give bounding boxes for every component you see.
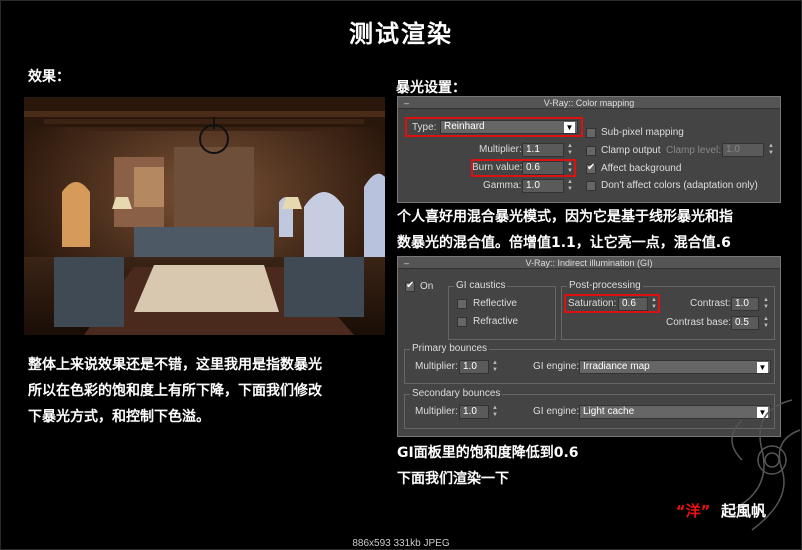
dont-affect-colors-checkbox[interactable]	[586, 181, 596, 191]
affect-background-checkbox[interactable]	[586, 162, 596, 174]
signature-quote-open: “	[675, 502, 686, 520]
collapse-icon[interactable]: –	[404, 257, 409, 269]
primary-engine-label: GI engine:	[533, 361, 580, 372]
secondary-engine-value: Light cache	[583, 406, 635, 417]
primary-bounces-title: Primary bounces	[410, 343, 490, 354]
gi-description: GI面板里的饱和度降低到0.6 下面我们渲染一下	[397, 440, 757, 492]
gi-caustics-title: GI caustics	[454, 280, 508, 291]
clamp-level-input[interactable]: 1.0	[722, 143, 764, 157]
clamp-output-label: Clamp output	[601, 145, 661, 156]
secondary-bounces-title: Secondary bounces	[410, 388, 503, 399]
exposure-label: 暴光设置：	[396, 80, 466, 96]
reflective-label: Reflective	[473, 298, 517, 309]
color-mapping-title: V-Ray:: Color mapping	[543, 98, 635, 108]
reflective-checkbox[interactable]	[457, 299, 467, 309]
color-mapping-header[interactable]: – V-Ray:: Color mapping	[398, 97, 780, 109]
signature-quote-close: ”	[700, 502, 711, 520]
dont-affect-colors-label: Don't affect colors (adaptation only)	[601, 180, 758, 191]
clamp-output-checkbox[interactable]	[586, 146, 596, 156]
contrast-base-spinner[interactable]: ▲ ▼	[762, 316, 770, 330]
multiplier-label: Multiplier:	[479, 144, 522, 155]
secondary-multiplier-spinner[interactable]: ▲ ▼	[491, 405, 499, 419]
clamp-level-spinner[interactable]: ▲ ▼	[767, 143, 775, 157]
signature-rest: 起風帆	[720, 502, 766, 520]
highlight-saturation	[564, 294, 660, 313]
primary-bounces-group: Primary bounces Multiplier: 1.0 ▲ ▼ GI en…	[404, 343, 775, 384]
left-desc-line-1: 整体上来说效果还是不错，这里我用是指数暴光	[28, 357, 322, 373]
left-desc-line-3: 下暴光方式，和控制下色溢。	[28, 409, 210, 425]
gi-desc-line-1: GI面板里的饱和度降低到0.6	[397, 445, 579, 461]
collapse-icon[interactable]: –	[404, 97, 409, 109]
primary-engine-value: Irradiance map	[583, 361, 650, 372]
exposure-description: 个人喜好用混合暴光模式，因为它是基于线形暴光和指 数暴光的混合值。倍增值1.1，…	[397, 204, 797, 256]
contrast-base-input[interactable]: 0.5	[731, 316, 759, 330]
primary-multiplier-label: Multiplier:	[415, 361, 458, 372]
contrast-label: Contrast:	[690, 298, 731, 309]
primary-engine-dropdown[interactable]: Irradiance map ▼	[579, 360, 771, 374]
secondary-multiplier-label: Multiplier:	[415, 406, 458, 417]
secondary-multiplier-input[interactable]: 1.0	[459, 405, 489, 419]
primary-multiplier-spinner[interactable]: ▲ ▼	[491, 360, 499, 374]
chevron-down-icon[interactable]: ▼	[757, 362, 768, 373]
gamma-spinner[interactable]: ▲ ▼	[566, 179, 574, 193]
gi-caustics-group: GI caustics Reflective Refractive	[448, 280, 556, 340]
gamma-input[interactable]: 1.0	[522, 179, 564, 193]
highlight-type	[405, 117, 583, 137]
exposure-desc-line-2: 数暴光的混合值。倍增值1.1，让它亮一点，混合值.6	[397, 235, 731, 251]
primary-multiplier-input[interactable]: 1.0	[459, 360, 489, 374]
clamp-level-label: Clamp level:	[666, 145, 722, 156]
secondary-engine-label: GI engine:	[533, 406, 580, 417]
subpixel-checkbox[interactable]	[586, 128, 596, 138]
status-bar: 886x593 331kb JPEG	[352, 538, 450, 549]
signature: “洋” 起風帆	[676, 500, 766, 521]
refractive-label: Refractive	[473, 316, 519, 327]
living-room-render	[24, 97, 385, 335]
exposure-desc-line-1: 个人喜好用混合暴光模式，因为它是基于线形暴光和指	[397, 209, 733, 225]
contrast-input[interactable]: 1.0	[731, 297, 759, 311]
refractive-checkbox[interactable]	[457, 317, 467, 327]
gi-title: V-Ray:: Indirect illumination (GI)	[525, 258, 653, 268]
post-processing-title: Post-processing	[567, 280, 643, 291]
signature-name: 洋	[685, 502, 701, 520]
contrast-spinner[interactable]: ▲ ▼	[762, 297, 770, 311]
render-preview-image	[24, 97, 385, 335]
subpixel-label: Sub-pixel mapping	[601, 127, 684, 138]
effect-label: 效果：	[28, 69, 70, 85]
multiplier-input[interactable]: 1.1	[522, 143, 564, 157]
page-title: 测试渲染	[349, 20, 453, 48]
color-mapping-panel: – V-Ray:: Color mapping Type: Reinhard ▼…	[397, 96, 781, 203]
gi-desc-line-2: 下面我们渲染一下	[397, 471, 509, 487]
gamma-label: Gamma:	[483, 180, 522, 191]
gi-on-checkbox[interactable]	[405, 280, 415, 292]
left-desc-line-2: 所以在色彩的饱和度上有所下降，下面我们修改	[28, 383, 322, 399]
affect-background-label: Affect background	[601, 163, 682, 174]
contrast-base-label: Contrast base:	[666, 317, 732, 328]
post-processing-group: Post-processing Saturation: 0.6 ▲ ▼ Contr…	[561, 280, 775, 340]
multiplier-spinner[interactable]: ▲ ▼	[566, 143, 574, 157]
gi-header[interactable]: – V-Ray:: Indirect illumination (GI)	[398, 257, 780, 269]
left-description: 整体上来说效果还是不错，这里我用是指数暴光 所以在色彩的饱和度上有所下降，下面我…	[28, 352, 388, 430]
gi-on-label: On	[420, 281, 434, 292]
highlight-burn-value	[471, 159, 576, 177]
